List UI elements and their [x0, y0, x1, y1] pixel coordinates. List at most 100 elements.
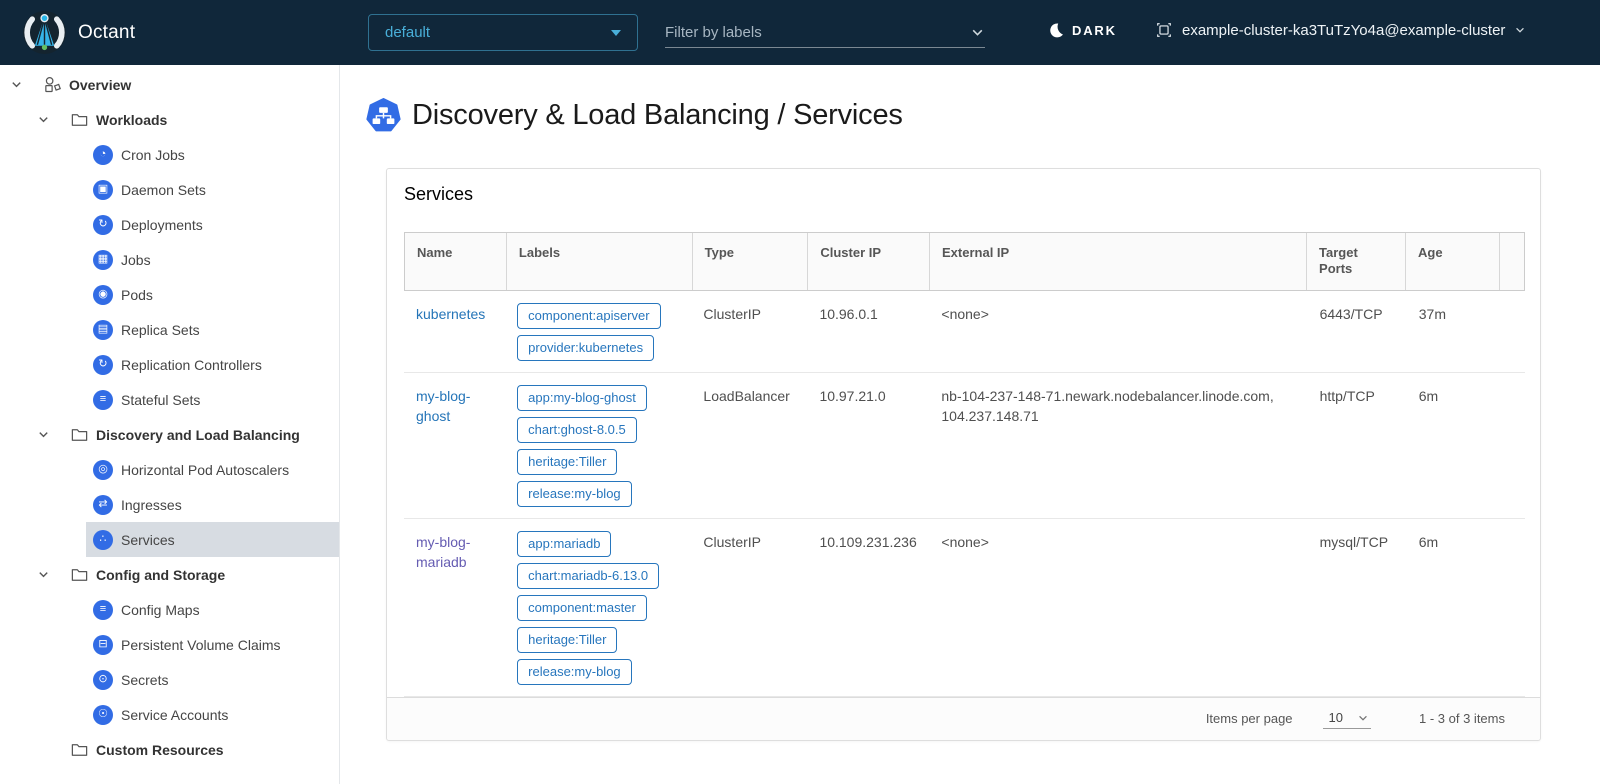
sidebar-item-label: Workloads	[96, 112, 167, 128]
service-name-link[interactable]: my-blog-ghost	[416, 388, 470, 424]
target-ports-cell: http/TCP	[1308, 373, 1407, 518]
external-ip-cell: <none>	[929, 291, 1307, 372]
chevron-down-icon[interactable]	[37, 428, 50, 441]
jobs-icon: ▦	[93, 250, 113, 270]
sidebar-item-overview[interactable]: Overview	[0, 67, 339, 102]
sidebar-item-label: Overview	[69, 77, 131, 93]
moon-icon	[1048, 22, 1065, 39]
sidebar-item-custom-resources[interactable]: Custom Resources	[0, 732, 339, 767]
folder-icon	[70, 565, 89, 584]
sidebar-item-label: Jobs	[121, 252, 151, 268]
dark-mode-label: DARK	[1072, 23, 1117, 38]
filler-cell	[1501, 291, 1525, 372]
labels-cell: app:my-blog-ghostchart:ghost-8.0.5herita…	[505, 373, 691, 518]
sidebar-item-label: Persistent Volume Claims	[121, 637, 281, 653]
age-cell: 37m	[1407, 291, 1501, 372]
sidebar-item-service-accounts[interactable]: ☉Service Accounts	[86, 697, 339, 732]
secrets-icon: ⊙	[93, 670, 113, 690]
app-header: Octant default DARK example-cluster-ka3T…	[0, 0, 1600, 65]
folder-icon	[70, 425, 89, 444]
service-row-my-blog-mariadb: my-blog-mariadbapp:mariadbchart:mariadb-…	[404, 519, 1525, 697]
horizontal-pod-autoscalers-icon: ◎	[93, 460, 113, 480]
octant-logo-icon	[22, 10, 67, 55]
external-ip-cell: nb-104-237-148-71.newark.nodebalancer.li…	[929, 373, 1307, 518]
services-icon: ∴	[93, 530, 113, 550]
sidebar-item-label: Daemon Sets	[121, 182, 206, 198]
service-name-link[interactable]: kubernetes	[416, 306, 485, 322]
sidebar-item-services[interactable]: ∴Services	[86, 522, 339, 557]
services-heptagon-icon	[366, 98, 401, 133]
label-badge: release:my-blog	[517, 659, 632, 685]
chevron-down-icon[interactable]	[10, 78, 23, 91]
sidebar-item-persistent-volume-claims[interactable]: ⊟ Persistent Volume Claims	[86, 627, 339, 662]
sidebar-item-label: Secrets	[121, 672, 168, 688]
name-cell: kubernetes	[404, 291, 505, 372]
sidebar-item-config-maps[interactable]: ≡Config Maps	[86, 592, 339, 627]
table-body: kubernetescomponent:apiserverprovider:ku…	[404, 291, 1525, 697]
sidebar-item-daemon-sets[interactable]: ▣ Daemon Sets	[86, 172, 339, 207]
daemon-sets-icon: ▣	[93, 180, 113, 200]
folder-icon	[70, 110, 89, 129]
filler-cell	[1501, 519, 1525, 696]
external-ip-cell: <none>	[929, 519, 1307, 696]
sidebar-item-horizontal-pod-autoscalers[interactable]: ◎Horizontal Pod Autoscalers	[86, 452, 339, 487]
brand: Octant	[22, 10, 135, 55]
sidebar-item-config-and-storage[interactable]: Config and Storage	[0, 557, 339, 592]
sidebar-item-secrets[interactable]: ⊙ Secrets	[86, 662, 339, 697]
sidebar-item-replica-sets[interactable]: ▤Replica Sets	[86, 312, 339, 347]
sidebar-item-label: Stateful Sets	[121, 392, 200, 408]
items-per-page-select[interactable]: 10	[1323, 708, 1371, 729]
sidebar-item-workloads[interactable]: Workloads	[0, 102, 339, 137]
page-title-row: Discovery & Load Balancing / Services	[366, 98, 1541, 133]
column-header-labels: Labels	[506, 233, 692, 290]
label-badge: heritage:Tiller	[517, 449, 617, 475]
service-name-link[interactable]: my-blog-mariadb	[416, 534, 470, 570]
chevron-down-icon[interactable]	[970, 25, 985, 40]
chevron-down-icon[interactable]	[37, 113, 50, 126]
age-cell: 6m	[1407, 519, 1501, 696]
cluster-ip-cell: 10.109.231.236	[807, 519, 929, 696]
label-filter-input[interactable]	[665, 24, 970, 41]
sidebar-item-cron-jobs[interactable]: ◔Cron Jobs	[86, 137, 339, 172]
sidebar-item-ingresses[interactable]: ⇄Ingresses	[86, 487, 339, 522]
replica-sets-icon: ▤	[93, 320, 113, 340]
cluster-ip-cell: 10.96.0.1	[807, 291, 929, 372]
sidebar-item-label: Pods	[121, 287, 153, 303]
card-title: Services	[387, 169, 1540, 205]
label-filter	[665, 18, 985, 48]
target-ports-cell: 6443/TCP	[1308, 291, 1407, 372]
dark-mode-toggle[interactable]: DARK	[1048, 22, 1117, 39]
persistent-volume-claims-icon: ⊟	[93, 635, 113, 655]
service-accounts-icon: ☉	[93, 705, 113, 725]
target-ports-cell: mysql/TCP	[1308, 519, 1407, 696]
sidebar-item-label: Ingresses	[121, 497, 182, 513]
label-badge: app:mariadb	[517, 531, 611, 557]
sidebar-item-deployments[interactable]: ↻Deployments	[86, 207, 339, 242]
column-header-target-ports: Target Ports	[1306, 233, 1405, 290]
sidebar-item-replication-controllers[interactable]: ↻Replication Controllers	[86, 347, 339, 382]
deployments-icon: ↻	[93, 215, 113, 235]
main-content: Discovery & Load Balancing / Services Se…	[340, 65, 1600, 784]
name-cell: my-blog-ghost	[404, 373, 505, 518]
type-cell: ClusterIP	[691, 519, 807, 696]
sidebar-item-jobs[interactable]: ▦ Jobs	[86, 242, 339, 277]
services-card: Services NameLabelsTypeCluster IPExterna…	[386, 168, 1541, 741]
pods-icon: ◉	[93, 285, 113, 305]
sidebar-item-discovery-and-load-balancing[interactable]: Discovery and Load Balancing	[0, 417, 339, 452]
namespace-select[interactable]: default	[368, 14, 638, 51]
cluster-selector[interactable]: example-cluster-ka3TuTzYo4a@example-clus…	[1155, 21, 1526, 39]
label-badge: chart:ghost-8.0.5	[517, 417, 637, 443]
sidebar-item-stateful-sets[interactable]: ≡Stateful Sets	[86, 382, 339, 417]
chevron-down-icon[interactable]	[37, 568, 50, 581]
items-per-page-value: 10	[1329, 710, 1343, 725]
label-badge: provider:kubernetes	[517, 335, 654, 361]
sidebar-item-label: Config and Storage	[96, 567, 225, 583]
sidebar-item-label: Custom Resources	[96, 742, 224, 758]
sidebar-item-label: Replication Controllers	[121, 357, 262, 373]
sidebar-item-pods[interactable]: ◉ Pods	[86, 277, 339, 312]
cluster-icon	[1155, 21, 1173, 39]
services-table: NameLabelsTypeCluster IPExternal IPTarge…	[404, 232, 1525, 697]
column-header-filler	[1499, 233, 1524, 290]
chevron-down-icon	[1357, 712, 1369, 724]
chevron-down-icon	[1514, 24, 1526, 36]
